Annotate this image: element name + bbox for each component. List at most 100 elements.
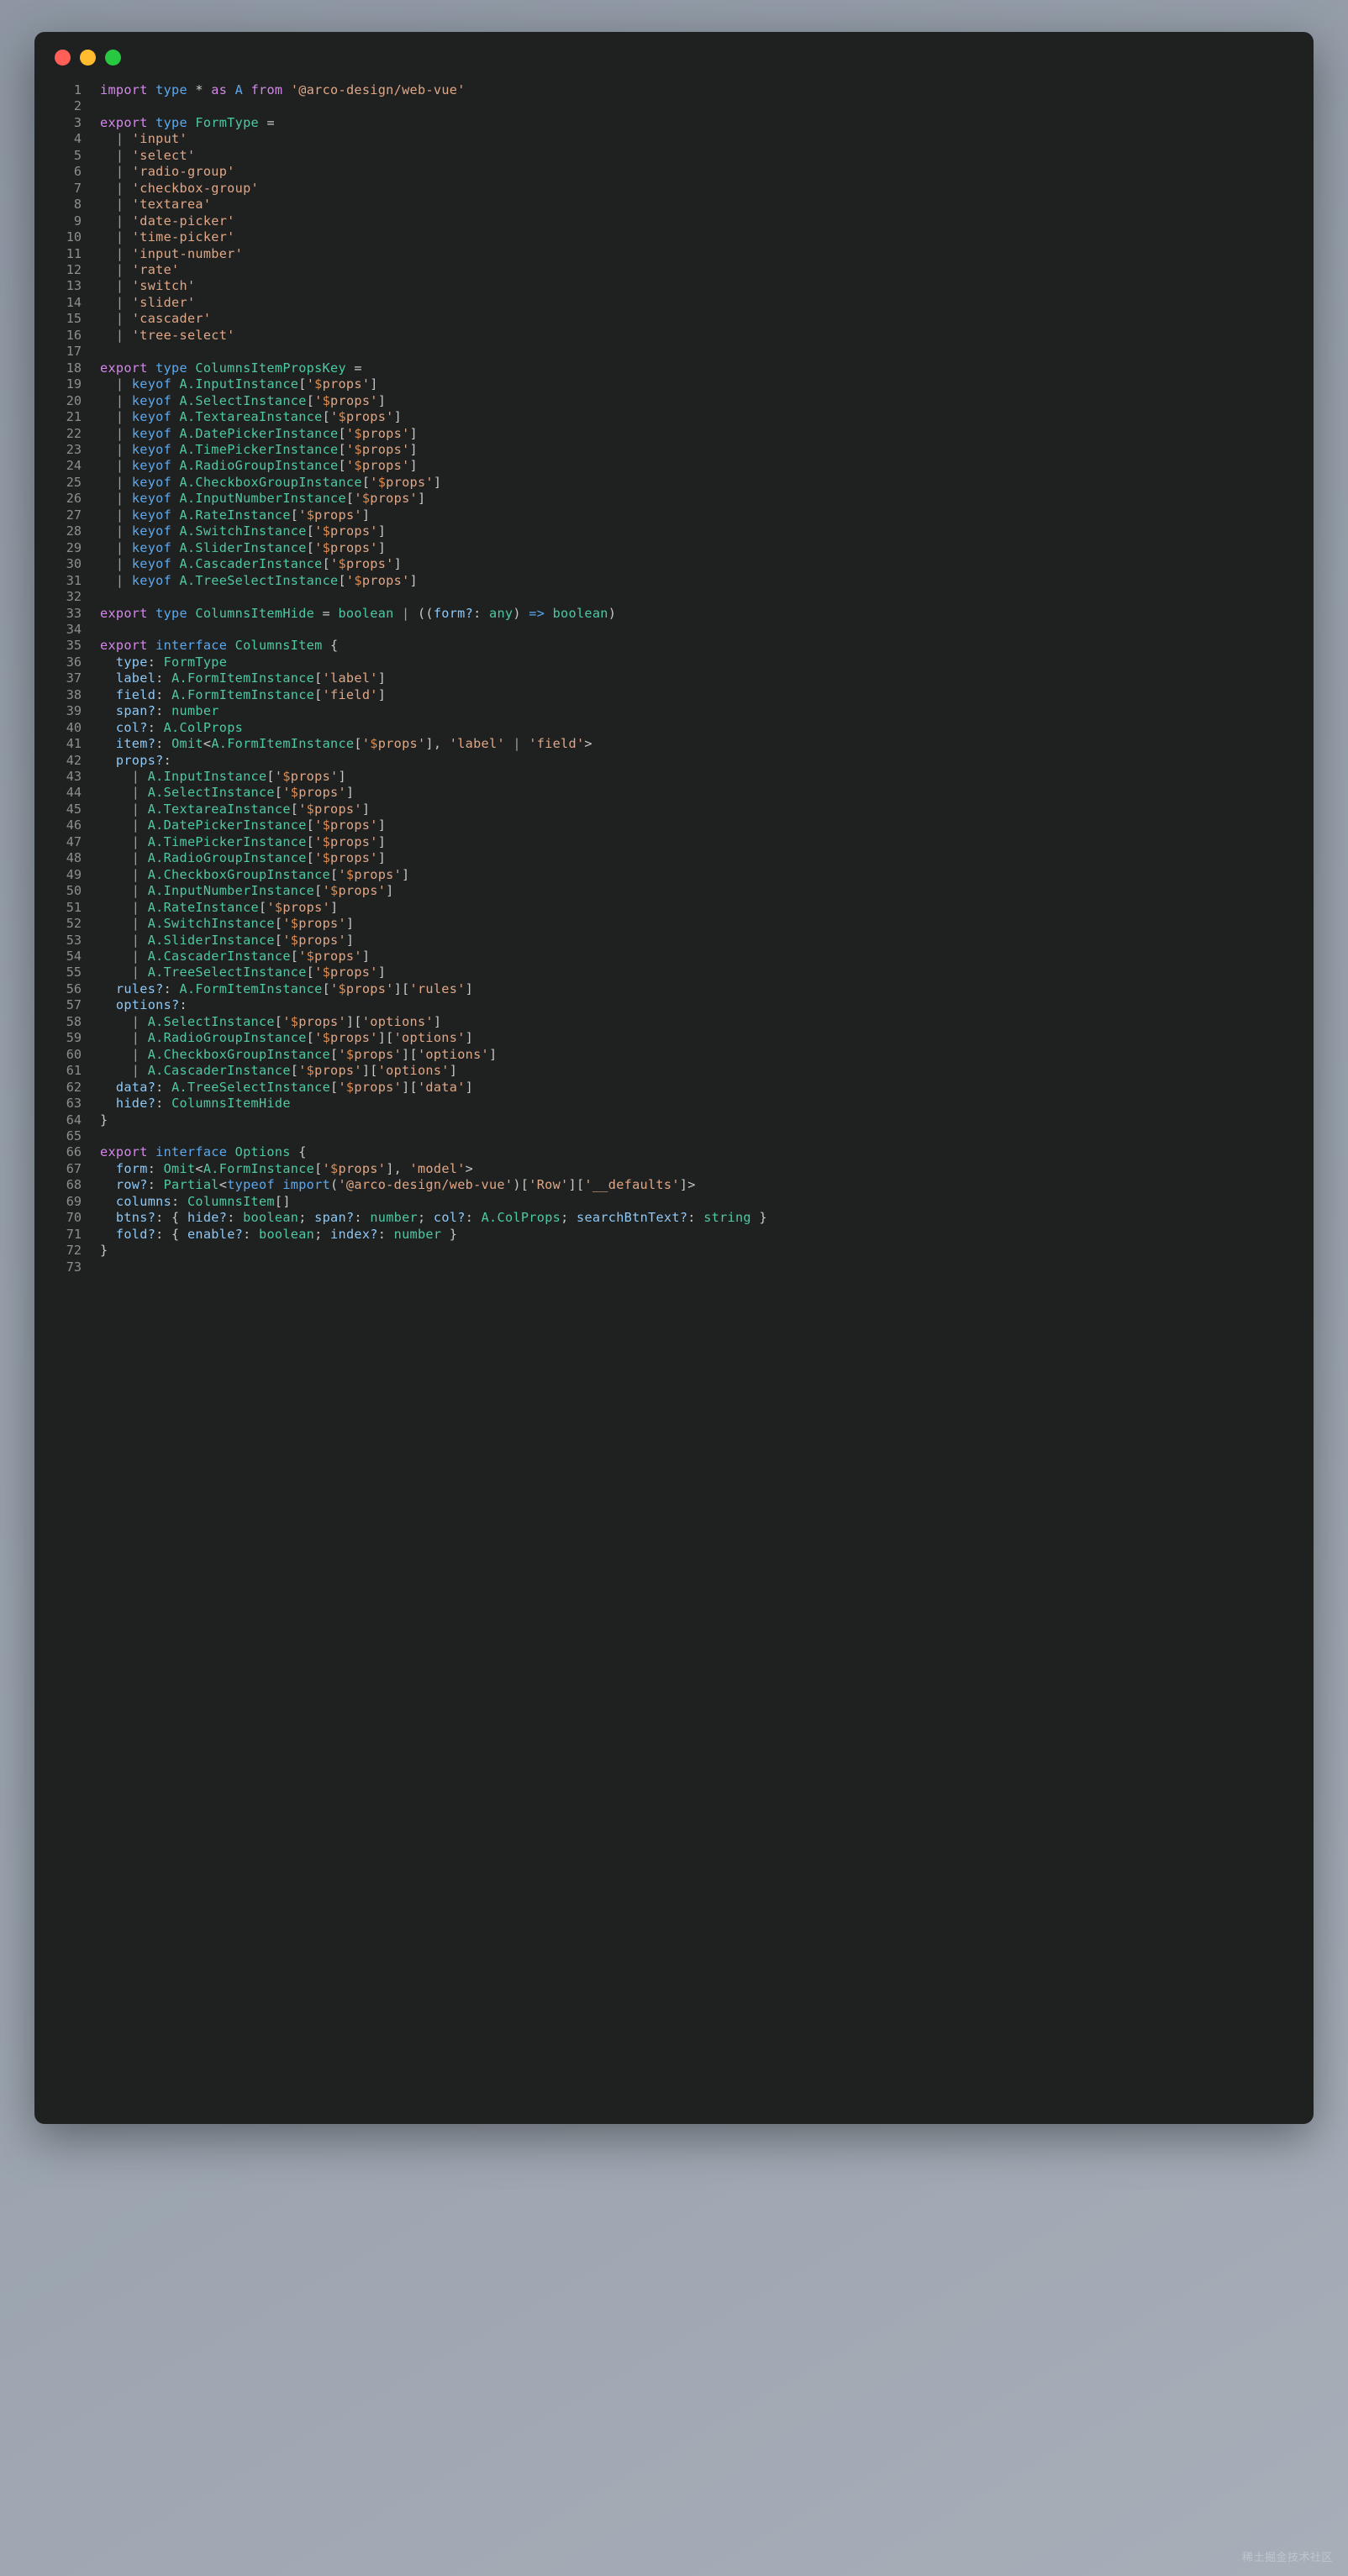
code-line[interactable]: 59 | A.RadioGroupInstance['$props']['opt…	[34, 1030, 1314, 1046]
token-str: props'	[298, 1013, 346, 1029]
code-line[interactable]: 56 rules?: A.FormItemInstance['$props'][…	[34, 981, 1314, 997]
code-line[interactable]: 12 | 'rate'	[34, 262, 1314, 278]
code-line[interactable]: 44 | A.SelectInstance['$props']	[34, 785, 1314, 801]
code-line[interactable]: 71 fold?: { enable?: boolean; index?: nu…	[34, 1227, 1314, 1243]
code-line[interactable]: 61 | A.CascaderInstance['$props']['optio…	[34, 1063, 1314, 1079]
code-line[interactable]: 7 | 'checkbox-group'	[34, 181, 1314, 197]
token-type: A.FormInstance	[203, 1160, 315, 1176]
code-line[interactable]: 62 data?: A.TreeSelectInstance['$props']…	[34, 1080, 1314, 1096]
code-line[interactable]: 33 export type ColumnsItemHide = boolean …	[34, 606, 1314, 622]
line-content: rules?: A.FormItemInstance['$props']['ru…	[100, 981, 473, 997]
code-line[interactable]: 22 | keyof A.DatePickerInstance['$props'…	[34, 426, 1314, 442]
code-line[interactable]: 67 form: Omit<A.FormInstance['$props'], …	[34, 1161, 1314, 1177]
code-line[interactable]: 49 | A.CheckboxGroupInstance['$props']	[34, 867, 1314, 883]
code-line[interactable]: 73	[34, 1259, 1314, 1275]
line-number: 72	[66, 1243, 82, 1259]
code-line[interactable]: 26 | keyof A.InputNumberInstance['$props…	[34, 491, 1314, 507]
token-pipe: |	[115, 392, 124, 408]
line-content: | A.TimePickerInstance['$props']	[100, 834, 386, 850]
code-line[interactable]: 50 | A.InputNumberInstance['$props']	[34, 883, 1314, 899]
code-line[interactable]: 63 hide?: ColumnsItemHide	[34, 1096, 1314, 1112]
code-line[interactable]: 18 export type ColumnsItemPropsKey =	[34, 360, 1314, 376]
token-punc: ]	[465, 1030, 474, 1046]
code-line[interactable]: 9 | 'date-picker'	[34, 213, 1314, 229]
token-str: 'textarea'	[131, 197, 212, 213]
code-line[interactable]: 47 | A.TimePickerInstance['$props']	[34, 834, 1314, 850]
code-line[interactable]: 6 | 'radio-group'	[34, 164, 1314, 180]
token-pipe: |	[115, 147, 124, 163]
code-line[interactable]: 32	[34, 589, 1314, 605]
token-punc: :	[155, 1079, 172, 1095]
code-line[interactable]: 20 | keyof A.SelectInstance['$props']	[34, 393, 1314, 409]
code-line[interactable]: 66 export interface Options {	[34, 1144, 1314, 1160]
code-line[interactable]: 70 btns?: { hide?: boolean; span?: numbe…	[34, 1210, 1314, 1226]
code-line[interactable]: 30 | keyof A.CascaderInstance['$props']	[34, 556, 1314, 572]
token-dollar: $	[361, 491, 371, 507]
code-line[interactable]: 54 | A.CascaderInstance['$props']	[34, 949, 1314, 965]
code-line[interactable]: 53 | A.SliderInstance['$props']	[34, 933, 1314, 949]
token-type: FormType	[195, 114, 259, 130]
code-line[interactable]: 27 | keyof A.RateInstance['$props']	[34, 507, 1314, 523]
token-dollar: $	[354, 572, 362, 588]
code-line[interactable]: 42 props?:	[34, 753, 1314, 769]
code-line[interactable]: 5 | 'select'	[34, 148, 1314, 164]
code-line[interactable]: 60 | A.CheckboxGroupInstance['$props']['…	[34, 1047, 1314, 1063]
code-content[interactable]: 1 import type * as A from '@arco-design/w…	[34, 82, 1314, 1296]
code-line[interactable]: 43 | A.InputInstance['$props']	[34, 769, 1314, 785]
code-line[interactable]: 39 span?: number	[34, 703, 1314, 719]
code-line[interactable]: 1 import type * as A from '@arco-design/w…	[34, 82, 1314, 98]
code-line[interactable]: 14 | 'slider'	[34, 295, 1314, 311]
token-type: A.SwitchInstance	[179, 523, 307, 539]
code-line[interactable]: 55 | A.TreeSelectInstance['$props']	[34, 965, 1314, 980]
code-line[interactable]: 40 col?: A.ColProps	[34, 720, 1314, 736]
code-line[interactable]: 45 | A.TextareaInstance['$props']	[34, 802, 1314, 817]
code-line[interactable]: 68 row?: Partial<typeof import('@arco-de…	[34, 1177, 1314, 1193]
code-line[interactable]: 52 | A.SwitchInstance['$props']	[34, 916, 1314, 932]
code-line[interactable]: 17	[34, 344, 1314, 360]
maximize-window-button[interactable]	[105, 49, 121, 66]
code-line[interactable]: 31 | keyof A.TreeSelectInstance['$props'…	[34, 573, 1314, 589]
code-line[interactable]: 29 | keyof A.SliderInstance['$props']	[34, 540, 1314, 556]
token-str: 'cascader'	[131, 311, 212, 327]
code-line[interactable]: 37 label: A.FormItemInstance['label']	[34, 670, 1314, 686]
code-line[interactable]: 24 | keyof A.RadioGroupInstance['$props'…	[34, 458, 1314, 474]
token-str: '	[338, 1079, 346, 1095]
code-line[interactable]: 2	[34, 98, 1314, 114]
code-line[interactable]: 28 | keyof A.SwitchInstance['$props']	[34, 523, 1314, 539]
code-line[interactable]: 57 options?:	[34, 997, 1314, 1013]
code-line[interactable]: 4 | 'input'	[34, 131, 1314, 147]
token-punc: ]	[409, 572, 418, 588]
code-line[interactable]: 3 export type FormType =	[34, 115, 1314, 131]
code-line[interactable]: 23 | keyof A.TimePickerInstance['$props'…	[34, 442, 1314, 458]
code-line[interactable]: 51 | A.RateInstance['$props']	[34, 900, 1314, 916]
code-line[interactable]: 64}	[34, 1112, 1314, 1128]
code-line[interactable]: 46 | A.DatePickerInstance['$props']	[34, 817, 1314, 833]
code-line[interactable]: 11 | 'input-number'	[34, 246, 1314, 262]
token-punc: [	[354, 736, 362, 752]
code-line[interactable]: 72}	[34, 1243, 1314, 1259]
code-line[interactable]: 58 | A.SelectInstance['$props']['options…	[34, 1014, 1314, 1030]
code-line[interactable]: 13 | 'switch'	[34, 278, 1314, 294]
minimize-window-button[interactable]	[80, 49, 96, 66]
token-kw2: type	[155, 82, 187, 97]
line-content: | A.CascaderInstance['$props']['options'…	[100, 1063, 457, 1079]
code-line[interactable]: 65	[34, 1128, 1314, 1144]
code-line[interactable]: 15 | 'cascader'	[34, 311, 1314, 327]
code-line[interactable]: 36 type: FormType	[34, 655, 1314, 670]
code-line[interactable]: 69 columns: ColumnsItem[]	[34, 1194, 1314, 1210]
close-window-button[interactable]	[55, 49, 71, 66]
code-line[interactable]: 10 | 'time-picker'	[34, 229, 1314, 245]
token-str: '	[282, 1013, 291, 1029]
code-line[interactable]: 21 | keyof A.TextareaInstance['$props']	[34, 409, 1314, 425]
token-pipe: |	[131, 833, 140, 849]
code-line[interactable]: 34	[34, 622, 1314, 638]
code-line[interactable]: 48 | A.RadioGroupInstance['$props']	[34, 850, 1314, 866]
code-line[interactable]: 16 | 'tree-select'	[34, 328, 1314, 344]
code-line[interactable]: 25 | keyof A.CheckboxGroupInstance['$pro…	[34, 475, 1314, 491]
code-line[interactable]: 8 | 'textarea'	[34, 197, 1314, 213]
code-line[interactable]: 38 field: A.FormItemInstance['field']	[34, 687, 1314, 703]
code-line[interactable]: 19 | keyof A.InputInstance['$props']	[34, 376, 1314, 392]
code-line[interactable]: 35 export interface ColumnsItem {	[34, 638, 1314, 654]
code-line[interactable]: 41 item?: Omit<A.FormItemInstance['$prop…	[34, 736, 1314, 752]
